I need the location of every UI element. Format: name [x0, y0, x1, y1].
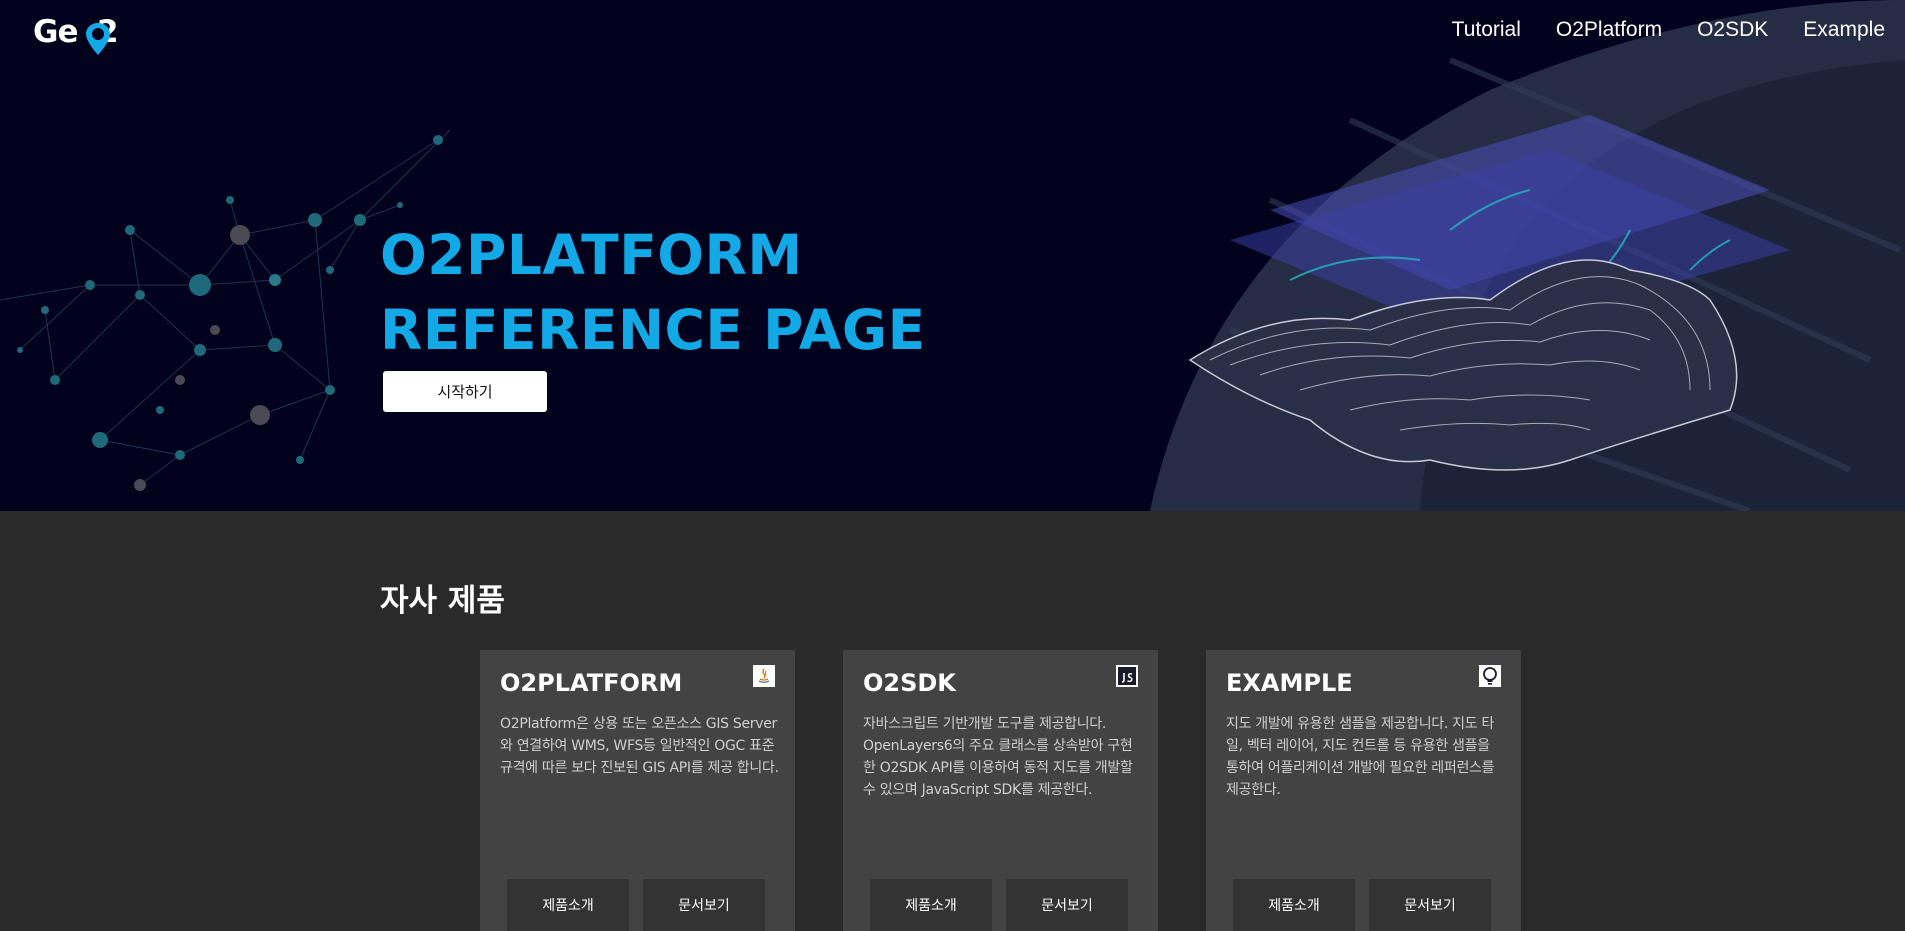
card-description: 자바스크립트 기반개발 도구를 제공합니다. OpenLayers6의 주요 클…	[863, 716, 1133, 798]
nav-example[interactable]: Example	[1803, 18, 1885, 48]
hero-title-line-1: O2PLATFORM	[380, 223, 803, 287]
docs-button[interactable]: 문서보기	[643, 879, 765, 931]
card-title: EXAMPLE	[1226, 669, 1353, 697]
intro-button[interactable]: 제품소개	[1233, 879, 1355, 931]
start-button[interactable]: 시작하기	[383, 371, 547, 412]
main-nav: Tutorial O2Platform O2SDK Example	[1417, 18, 1905, 48]
map-layers-graphic	[1150, 0, 1905, 511]
nav-o2platform[interactable]: O2Platform	[1556, 18, 1662, 48]
nav-o2sdk[interactable]: O2SDK	[1697, 18, 1768, 48]
card-description: O2Platform은 상용 또는 오픈소스 GIS Server와 연결하여 …	[500, 716, 779, 776]
product-card-o2sdk: O2SDK 자바스크립트 기반개발 도구를 제공합니다. OpenLayers6…	[843, 650, 1158, 931]
hero-title-line-2: REFERENCE PAGE	[380, 298, 926, 362]
section-title: 자사 제품	[380, 583, 505, 619]
hero-title: O2PLATFORM REFERENCE PAGE	[380, 218, 980, 368]
product-card-example: EXAMPLE 지도 개발에 유용한 샘플을 제공합니다. 지도 타일, 벡터 …	[1206, 650, 1521, 931]
intro-button[interactable]: 제품소개	[870, 879, 992, 931]
js-icon	[1116, 665, 1138, 687]
docs-button[interactable]: 문서보기	[1006, 879, 1128, 931]
lightbulb-icon	[1479, 665, 1501, 687]
docs-button[interactable]: 문서보기	[1369, 879, 1491, 931]
hero-banner: Ge 2 Tutorial O2Platform O2SDK Example O…	[0, 0, 1905, 511]
geo2-logo[interactable]: Ge 2	[33, 14, 133, 55]
location-pin-icon	[86, 23, 110, 55]
nav-tutorial[interactable]: Tutorial	[1452, 18, 1521, 48]
intro-button[interactable]: 제품소개	[507, 879, 629, 931]
card-title: O2SDK	[863, 669, 956, 697]
product-card-o2platform: O2PLATFORM O2Platform은 상용 또는 오픈소스 GIS Se…	[480, 650, 795, 931]
card-description: 지도 개발에 유용한 샘플을 제공합니다. 지도 타일, 벡터 레이어, 지도 …	[1226, 716, 1495, 798]
java-icon	[753, 665, 775, 687]
card-title: O2PLATFORM	[500, 669, 683, 697]
